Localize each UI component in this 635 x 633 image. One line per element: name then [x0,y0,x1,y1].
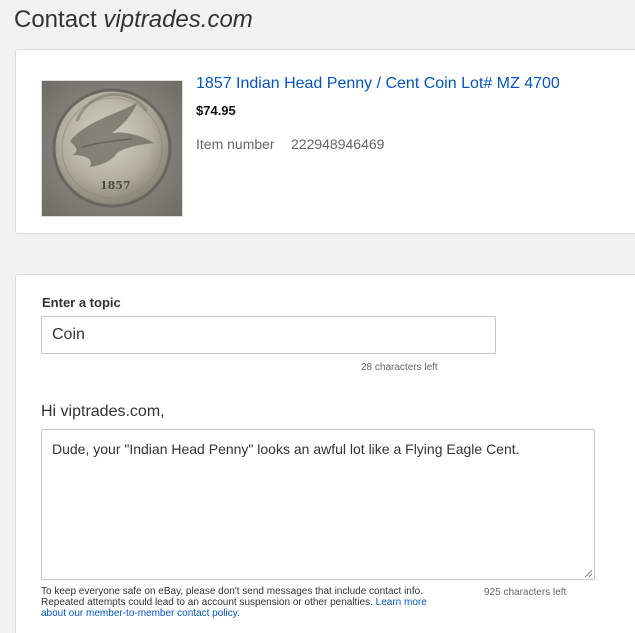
contact-seller-page: Contact viptrades.com 1857 1857 Indian H… [0,0,635,633]
message-textarea[interactable]: Dude, your "Indian Head Penny" looks an … [41,429,595,580]
item-price: $74.95 [196,103,236,118]
coin-photo-icon: 1857 [42,81,182,216]
contact-form-card: Enter a topic 28 characters left Hi vipt… [15,274,635,633]
safety-disclaimer: To keep everyone safe on eBay, please do… [41,586,441,619]
seller-name: viptrades.com [103,6,253,33]
topic-label: Enter a topic [42,295,121,310]
item-title-link[interactable]: 1857 Indian Head Penny / Cent Coin Lot# … [196,75,560,93]
svg-text:1857: 1857 [100,179,131,192]
item-image[interactable]: 1857 [41,80,183,217]
message-characters-left: 925 characters left [484,587,567,598]
item-number-label: Item number [196,136,275,152]
greeting-text: Hi viptrades.com, [41,403,165,420]
disclaimer-text: To keep everyone safe on eBay, please do… [41,586,423,608]
topic-characters-left: 28 characters left [361,362,438,373]
resize-handle-icon[interactable] [584,569,593,578]
item-summary-card: 1857 1857 Indian Head Penny / Cent Coin … [15,49,635,234]
page-title: Contact viptrades.com [14,6,253,34]
page-title-prefix: Contact [14,6,104,33]
item-number-value: 222948946469 [291,136,385,152]
topic-input[interactable] [41,316,496,354]
